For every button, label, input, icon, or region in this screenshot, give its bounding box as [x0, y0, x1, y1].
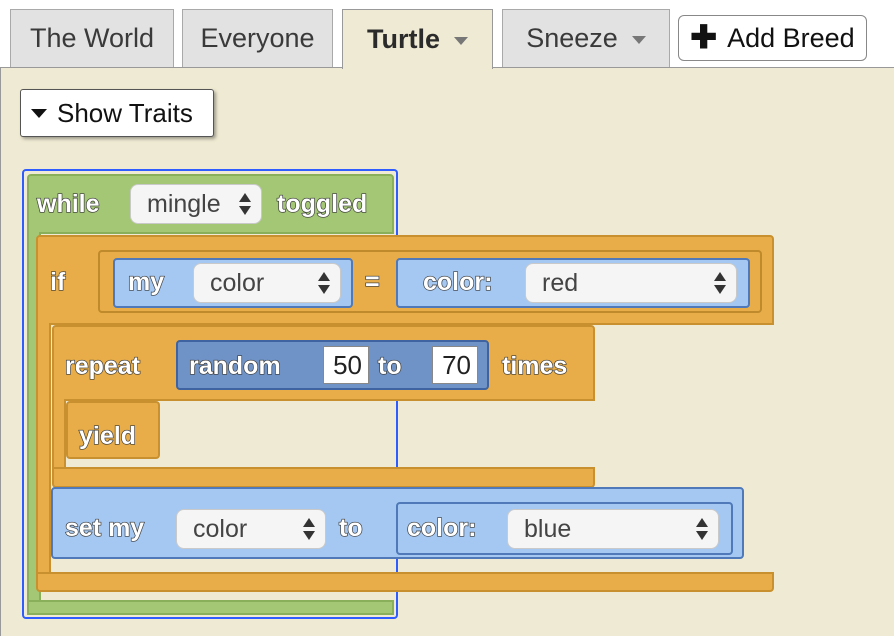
color-keyword: color:: [422, 267, 493, 296]
tab-label: Everyone: [200, 23, 315, 53]
add-breed-button[interactable]: ✚ Add Breed: [678, 15, 867, 61]
updown-arrows-icon: [318, 272, 330, 294]
updown-arrows-icon: [239, 193, 251, 215]
color-red-value: red: [542, 268, 579, 297]
color-blue-dropdown[interactable]: blue: [507, 509, 719, 549]
yield-keyword: yield: [78, 421, 136, 450]
tab-label: Sneeze: [526, 23, 618, 53]
breed-tab-bar: The World Everyone Turtle Sneeze ✚ Add B…: [0, 0, 894, 69]
repeat-keyword: repeat: [64, 351, 141, 380]
show-traits-label: Show Traits: [57, 97, 193, 128]
chevron-down-icon[interactable]: [454, 37, 468, 45]
mingle-dropdown-value: mingle: [147, 189, 221, 218]
random-min-input[interactable]: 50: [323, 346, 369, 384]
random-min-value: 50: [333, 349, 362, 380]
add-breed-label: Add Breed: [727, 22, 855, 53]
random-max-input[interactable]: 70: [432, 346, 478, 384]
if-block-spine: [36, 323, 51, 577]
if-keyword: if: [49, 267, 66, 296]
to-keyword: to: [377, 351, 402, 380]
my-keyword: my: [127, 267, 165, 296]
repeat-block-footer: [52, 467, 595, 488]
plus-icon: ✚: [690, 18, 718, 55]
updown-arrows-icon: [303, 518, 315, 540]
tab-turtle[interactable]: Turtle: [342, 9, 493, 69]
equals-operator: =: [364, 267, 380, 296]
set-my-keyword: set my: [64, 513, 145, 542]
tab-sneeze[interactable]: Sneeze: [502, 9, 670, 67]
caret-down-icon: [31, 108, 47, 118]
color-red-dropdown[interactable]: red: [525, 263, 737, 303]
my-property-dropdown[interactable]: color: [193, 263, 341, 303]
tab-label: The World: [29, 23, 155, 53]
mingle-dropdown[interactable]: mingle: [130, 184, 262, 224]
my-property-value: color: [210, 268, 265, 297]
show-traits-button[interactable]: Show Traits: [20, 89, 214, 137]
chevron-down-icon[interactable]: [631, 36, 646, 44]
while-block-footer: [27, 600, 394, 615]
color-keyword: color:: [406, 513, 477, 542]
random-max-value: 70: [442, 349, 471, 380]
repeat-block-spine: [52, 399, 66, 471]
color-blue-value: blue: [524, 514, 572, 543]
while-keyword: while: [36, 189, 100, 218]
toggled-keyword: toggled: [276, 189, 368, 218]
updown-arrows-icon: [696, 518, 708, 540]
set-property-dropdown[interactable]: color: [176, 509, 326, 549]
set-property-value: color: [193, 514, 248, 543]
tab-everyone[interactable]: Everyone: [182, 9, 333, 67]
times-keyword: times: [501, 351, 568, 380]
tab-the-world[interactable]: The World: [10, 9, 174, 67]
if-block-footer: [36, 572, 774, 592]
set-to-keyword: to: [338, 513, 363, 542]
tab-label: Turtle: [367, 24, 440, 54]
updown-arrows-icon: [714, 272, 726, 294]
random-keyword: random: [188, 351, 281, 380]
